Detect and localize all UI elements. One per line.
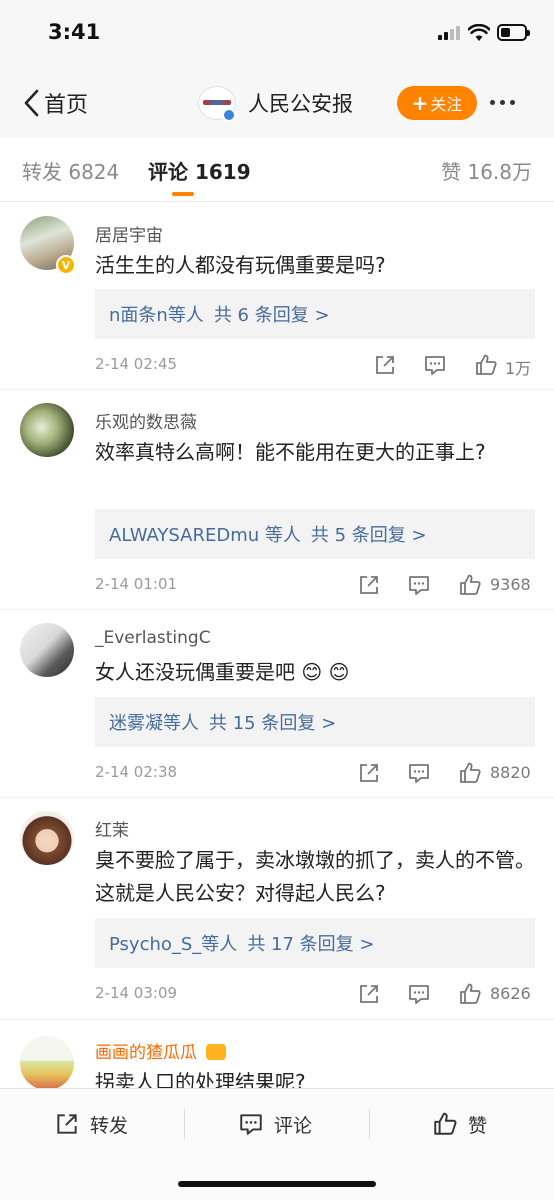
avatar[interactable] [20,403,74,457]
reply-icon[interactable] [407,982,431,1006]
share-icon[interactable] [357,573,381,597]
reply-count: 共 17 条回复 > [247,934,375,955]
cellular-signal-icon [438,26,462,40]
comment-list: V 居居宇宙 活生生的人都没有玩偶重要是吗? n面条n等人 共 6 条回复 > … [0,203,554,1100]
thumbs-up-icon[interactable] [458,573,482,597]
more-icon[interactable] [490,100,515,105]
repost-label: 转发 [90,1114,129,1137]
thumbs-up-icon [434,1112,457,1135]
avatar[interactable] [20,811,74,865]
nav-bar: 首页 人民公安报 + 关注 [0,64,554,138]
thumbs-up-icon[interactable] [474,353,498,377]
comment-text: 效率真特么高啊！能不能用在更大的正事上? [95,440,486,464]
battery-icon [497,24,530,41]
reply-users: ALWAYSAREDmu 等人 [109,525,301,546]
comment-item: V 居居宇宙 活生生的人都没有玩偶重要是吗? n面条n等人 共 6 条回复 > … [0,203,554,390]
reply-users: Psycho_S_等人 [109,934,238,955]
reply-icon[interactable] [407,573,431,597]
comment-author[interactable]: _EverlastingC [95,628,211,648]
reply-icon[interactable] [407,761,431,785]
comment-button[interactable]: 评论 [238,1109,312,1139]
comment-author[interactable]: 画画的猹瓜瓜 [95,1038,227,1063]
avatar[interactable] [20,623,74,677]
back-button[interactable]: 首页 [22,88,88,118]
thumbs-up-icon[interactable] [458,761,482,785]
verified-badge-icon: V [56,255,76,275]
comment-time: 2-14 01:01 [95,575,178,593]
comment-author-label: 画画的猹瓜瓜 [95,1043,197,1063]
reply-count: 共 15 条回复 > [209,713,337,734]
back-chevron-icon [24,89,39,117]
back-label: 首页 [44,93,89,118]
comment-text: 活生生的人都没有玩偶重要是吗? [95,253,386,277]
status-time: 3:41 [48,20,101,44]
tab-comment[interactable]: 评论 1619 [148,156,251,185]
like-count: 9368 [490,575,531,594]
comment-author[interactable]: 居居宇宙 [95,221,163,246]
reply-count: 共 6 条回复 > [213,305,330,326]
replies-preview[interactable]: 迷雾凝等人 共 15 条回复 > [95,697,535,747]
comment-item: 红茉 臭不要脸了属于，卖冰墩墩的抓了，卖人的不管。这就是人民公安？对得起人民么?… [0,798,554,1020]
share-icon[interactable] [373,353,397,377]
like-count: 8820 [490,763,531,782]
share-icon[interactable] [357,761,381,785]
share-icon [57,1114,77,1134]
share-icon[interactable] [357,982,381,1006]
comment-item: 乐观的数思薇 效率真特么高啊！能不能用在更大的正事上? ALWAYSAREDmu… [0,390,554,610]
status-bar: 3:41 [0,0,554,64]
comment-time: 2-14 02:45 [95,355,178,373]
comment-author[interactable]: 红茉 [95,816,129,841]
comment-label: 评论 [274,1114,313,1137]
wifi-icon [468,24,490,41]
comment-text: 臭不要脸了属于，卖冰墩墩的抓了，卖人的不管。这就是人民公安？对得起人民么? [95,848,535,905]
divider [369,1109,370,1139]
verified-icon [222,108,236,122]
active-tab-indicator [172,192,194,196]
fan-badge-icon [206,1044,227,1060]
like-count: 8626 [490,984,531,1003]
account-name: 人民公安报 [248,92,353,116]
comment-time: 2-14 02:38 [95,763,178,781]
tab-repost[interactable]: 转发 6824 [22,156,119,185]
comment-item: _EverlastingC 女人还没玩偶重要是吧 😊 😊 迷雾凝等人 共 15 … [0,610,554,798]
reply-users: 迷雾凝等人 [109,713,199,734]
tab-like[interactable]: 赞 16.8万 [441,156,532,185]
thumbs-up-icon[interactable] [458,982,482,1006]
follow-label: 关注 [430,95,463,114]
repost-button[interactable]: 转发 [54,1109,128,1139]
replies-preview[interactable]: ALWAYSAREDmu 等人 共 5 条回复 > [95,509,535,559]
follow-button[interactable]: + 关注 [397,86,477,120]
reply-icon[interactable] [423,353,447,377]
like-count: 1万 [505,359,532,378]
comment-time: 2-14 03:09 [95,984,178,1002]
avatar[interactable] [20,1036,74,1090]
like-label: 赞 [468,1114,488,1137]
comment-author[interactable]: 乐观的数思薇 [95,408,197,433]
plus-icon: + [411,91,429,115]
like-button[interactable]: 赞 [432,1109,487,1139]
reply-icon [240,1114,262,1135]
home-indicator[interactable] [178,1181,376,1187]
replies-preview[interactable]: Psycho_S_等人 共 17 条回复 > [95,918,535,968]
divider [184,1109,185,1139]
reply-users: n面条n等人 [109,305,204,326]
comment-text: 女人还没玩偶重要是吧 😊 😊 [95,660,350,684]
replies-preview[interactable]: n面条n等人 共 6 条回复 > [95,289,535,339]
reply-count: 共 5 条回复 > [310,525,427,546]
tab-bar: 转发 6824 评论 1619 赞 16.8万 [0,138,554,202]
